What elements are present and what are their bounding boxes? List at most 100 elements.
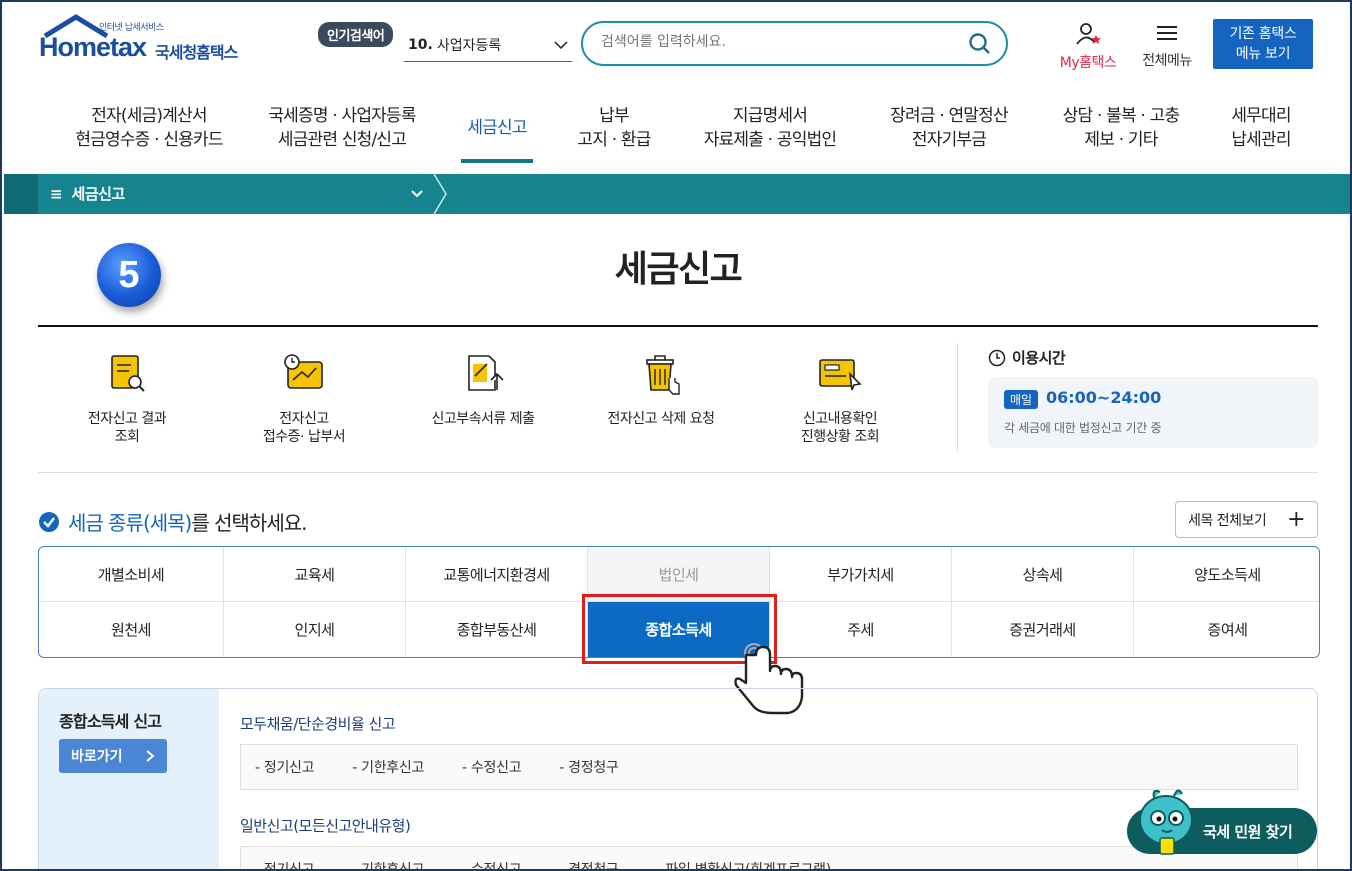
gnb-tax-agent[interactable]: 세무대리 납세관리 <box>1217 104 1305 152</box>
breadcrumb-label: 세금신고 <box>71 185 126 203</box>
search-icon[interactable] <box>968 32 992 56</box>
receipt-clock-icon <box>284 354 323 389</box>
gnb-line: 자료제출 · 공익법인 <box>703 130 837 150</box>
gnb-line: 세금신고 <box>467 118 527 138</box>
gnb-line: 세무대리 <box>1231 106 1291 126</box>
filing-panel: 종합소득세 신고 바로가기 모두채움/단순경비율 신고 - 정기신고 - 기한후… <box>38 688 1318 869</box>
civil-button-label: 국세 민원 찾기 <box>1203 822 1293 841</box>
breadcrumb-current[interactable]: ≡ 세금신고 <box>50 183 125 204</box>
select-heading-rest: 를 선택하세요. <box>191 511 307 535</box>
document-search-icon <box>111 355 145 392</box>
trash-icon <box>646 355 680 395</box>
all-menu-label: 전체메뉴 <box>1142 53 1192 69</box>
quick-link-progress[interactable]: 신고내용확인 진행상황 조회 <box>755 352 925 446</box>
all-menu-button[interactable]: 전체메뉴 <box>1136 22 1198 70</box>
quick-link-label: 전자신고 접수증· 납부서 <box>262 411 346 445</box>
link-correction-claim[interactable]: - 경정청구 <box>559 757 619 777</box>
old-hometax-menu-button[interactable]: 기존 홈택스 메뉴 보기 <box>1213 19 1313 69</box>
section-title: 일반신고(모든신고안내유형) <box>240 817 411 835</box>
quick-link-receipt[interactable]: 전자신고 접수증· 납부서 <box>219 352 389 446</box>
chevron-down-icon[interactable] <box>410 187 424 201</box>
gnb-line: 상담 · 불복 · 고충 <box>1062 106 1180 126</box>
popular-rank: 10. <box>408 36 433 53</box>
usage-hours: 06:00~24:00 <box>1046 388 1162 407</box>
link-amended-filing[interactable]: - 수정신고 <box>462 757 522 777</box>
quick-link-delete[interactable]: 전자신고 삭제 요청 <box>576 352 746 428</box>
gnb-line: 고지 · 환급 <box>577 130 651 150</box>
gnb-incentive[interactable]: 장려금 · 연말정산 전자기부금 <box>874 104 1024 152</box>
my-hometax-label: My홈택스 <box>1059 55 1117 71</box>
link-file-conversion[interactable]: - 파일 변환신고(회계프로그램) <box>657 859 832 869</box>
gnb-line: 현금영수증 · 신용카드 <box>75 130 223 150</box>
quick-link-result[interactable]: 전자신고 결과 조회 <box>42 352 212 446</box>
gnb-line: 제보 · 기타 <box>1084 130 1158 150</box>
gnb-line: 납부 <box>599 106 629 126</box>
logo-wordmark: Hometax <box>39 32 147 62</box>
breadcrumb-home-area <box>4 174 38 214</box>
link-correction-claim[interactable]: - 경정청구 <box>559 859 619 869</box>
quick-link-label: 전자신고 결과 조회 <box>87 411 167 445</box>
gnb-line: 지급명세서 <box>732 106 808 126</box>
tax-item[interactable]: 증권거래세 <box>952 602 1134 657</box>
gnb-consult[interactable]: 상담 · 불복 · 고충 제보 · 기타 <box>1046 104 1196 152</box>
plus-icon: + <box>1287 506 1305 532</box>
page-title: 세금신고 <box>614 249 743 290</box>
gnb-line: 전자기부금 <box>911 130 987 150</box>
clock-icon <box>988 349 1006 366</box>
title-divider <box>38 325 1318 327</box>
quick-link-attachment[interactable]: 신고부속서류 제출 <box>398 352 568 428</box>
see-all-tax-button[interactable]: 세목 전체보기 + <box>1175 501 1318 538</box>
hamburger-icon <box>1157 26 1177 40</box>
usage-time-title: 이용시간 <box>988 347 1066 368</box>
select-tax-heading: 세금 종류(세목)를 선택하세요. <box>38 507 308 536</box>
document-upload-icon <box>468 355 504 391</box>
tax-item[interactable]: 양도소득세 <box>1134 547 1319 602</box>
quick-link-label: 신고내용확인 진행상황 조회 <box>800 411 880 445</box>
gnb-payment-statement[interactable]: 지급명세서 자료제출 · 공익법인 <box>692 104 848 152</box>
gnb-certificates[interactable]: 국세증명 · 사업자등록 세금관련 신청/신고 <box>252 104 432 152</box>
usage-badge: 매일 <box>1004 390 1039 409</box>
link-amended-filing[interactable]: - 수정신고 <box>462 859 522 869</box>
section-links: - 정기신고 - 기한후신고 - 수정신고 - 경정청구 <box>240 744 1298 790</box>
tax-item[interactable]: 개별소비세 <box>39 547 224 602</box>
tax-item[interactable]: 증여세 <box>1134 602 1319 657</box>
chevron-down-icon <box>554 41 568 50</box>
usage-title-label: 이용시간 <box>1012 349 1066 367</box>
popular-search-select[interactable]: 10. 사업자등록 <box>404 28 572 62</box>
link-late-filing[interactable]: - 기한후신고 <box>352 859 424 869</box>
link-regular-filing[interactable]: - 정기신고 <box>255 859 315 869</box>
divider <box>38 472 1318 473</box>
old-menu-line2: 메뉴 보기 <box>1235 46 1291 62</box>
tax-item[interactable]: 상속세 <box>952 547 1134 602</box>
link-late-filing[interactable]: - 기한후신고 <box>352 757 424 777</box>
search-box[interactable] <box>581 21 1008 66</box>
hometax-logo[interactable]: 인터넷 납세서비스 Hometax 국세청홈택스 <box>39 14 259 72</box>
tax-item[interactable]: 원천세 <box>39 602 224 657</box>
tax-item[interactable]: 종합부동산세 <box>406 602 588 657</box>
link-regular-filing[interactable]: - 정기신고 <box>255 757 315 777</box>
chevron-right-icon <box>146 750 155 762</box>
usage-time-box: 매일 06:00~24:00 각 세금에 대한 법정신고 기간 중 <box>988 377 1318 448</box>
tax-item[interactable]: 인지세 <box>224 602 406 657</box>
quick-link-label: 전자신고 삭제 요청 <box>607 411 715 427</box>
gnb-einvoice[interactable]: 전자(세금)계산서 현금영수증 · 신용카드 <box>59 104 239 152</box>
gnb-line: 장려금 · 연말정산 <box>890 106 1009 126</box>
section-title: 모두채움/단순경비율 신고 <box>240 715 396 733</box>
quick-link-label: 신고부속서류 제출 <box>431 411 536 427</box>
gnb-tax-filing[interactable]: 세금신고 <box>452 116 542 140</box>
tax-item[interactable]: 교육세 <box>224 547 406 602</box>
panel-title: 종합소득세 신고 <box>59 712 162 731</box>
logo-subtitle: 국세청홈택스 <box>155 43 238 62</box>
old-menu-line1: 기존 홈택스 <box>1229 26 1297 42</box>
select-heading-highlight: 세금 종류(세목) <box>68 511 192 535</box>
my-hometax-button[interactable]: My홈택스 <box>1052 22 1124 72</box>
gnb-line: 국세증명 · 사업자등록 <box>268 106 416 126</box>
check-circle-icon <box>39 511 59 532</box>
goto-button[interactable]: 바로가기 <box>59 739 167 773</box>
gnb-line: 세금관련 신청/신고 <box>277 130 407 150</box>
tax-item[interactable]: 부가가치세 <box>770 547 952 602</box>
search-input[interactable] <box>601 34 951 50</box>
popular-term: 사업자등록 <box>436 37 502 54</box>
tax-item[interactable]: 교통에너지환경세 <box>406 547 588 602</box>
gnb-payment[interactable]: 납부 고지 · 환급 <box>562 104 666 152</box>
